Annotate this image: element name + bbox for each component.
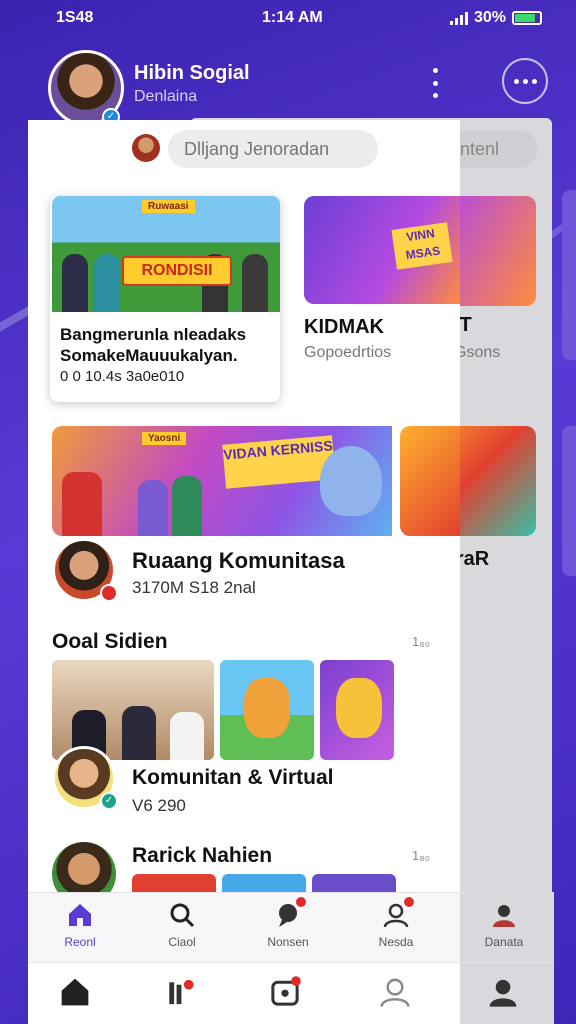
- feed-card-meta: 0 0 10.4s 3a0e010: [60, 368, 185, 385]
- card-badge: VINN MSAS: [391, 222, 453, 270]
- badge-icon: [100, 584, 118, 602]
- card-banner: RONDISII: [122, 256, 232, 286]
- profile-header: ✓ Hibin Sogial Denlaina: [28, 36, 460, 126]
- community-title: Komunitan & Virtual: [132, 766, 334, 789]
- tab-label: Danata: [484, 935, 524, 949]
- feed-card-image[interactable]: [400, 426, 460, 536]
- camera-icon[interactable]: [268, 975, 308, 1011]
- community-meta: 3170M S18 2nal: [132, 578, 256, 597]
- avatar[interactable]: [132, 134, 160, 162]
- profile-name: Hibin Sogial: [134, 62, 250, 84]
- side-card-edge: [562, 426, 576, 576]
- notification-badge: [402, 895, 416, 909]
- tab-bar: Reonl Ciaol Nonsen Nesda Danata: [28, 892, 554, 963]
- notification-badge: [294, 895, 308, 909]
- battery-percent: 30%: [473, 9, 506, 26]
- tab-chat[interactable]: Nonsen: [248, 895, 328, 949]
- user-icon[interactable]: [378, 975, 418, 1011]
- section-title: Ooal Sidien: [52, 630, 168, 653]
- chat-icon: [274, 895, 308, 929]
- feed-card-title: KIDMAK: [304, 316, 384, 338]
- tab-search[interactable]: Ciaol: [142, 901, 222, 949]
- food-icon[interactable]: [162, 975, 202, 1011]
- mascot-image: [244, 678, 290, 738]
- feed-content: Ruwaasi RONDISII Bangmerunla nleadaks So…: [28, 120, 460, 900]
- community-title: Ruaang Komunitasa: [132, 548, 345, 573]
- side-card-edge: [562, 190, 576, 360]
- bottom-nav: [28, 962, 554, 1024]
- tab-label: Nesda: [378, 935, 414, 949]
- gallery-image[interactable]: [320, 660, 394, 760]
- card-tag: Ruwaasi: [142, 200, 195, 213]
- section-more[interactable]: 1₈₀: [412, 848, 430, 863]
- community-banner-image[interactable]: Yaosni VIDAN KERNISS: [52, 426, 392, 536]
- card-tag: Yaosni: [142, 432, 187, 445]
- group-icon: [490, 901, 518, 929]
- status-right: 30%: [449, 9, 542, 27]
- tab-home[interactable]: Reonl: [40, 901, 120, 949]
- community-title: Rarick Nahien: [132, 844, 273, 867]
- gallery-image[interactable]: [220, 660, 314, 760]
- home-icon: [66, 901, 94, 929]
- mascot-image: [336, 678, 382, 738]
- feed-card[interactable]: Ruwaasi RONDISII Bangmerunla nleadaks So…: [50, 196, 280, 402]
- feed-card-subtitle: Gopoedrtios: [304, 344, 392, 361]
- section-more[interactable]: 1₈₀: [412, 634, 430, 649]
- gallery-image[interactable]: [52, 660, 214, 760]
- mascot-image: [320, 446, 382, 516]
- feed-card-image: Ruwaasi RONDISII: [52, 196, 280, 312]
- tab-profile[interactable]: Nesda: [356, 895, 436, 949]
- search-icon: [168, 901, 196, 929]
- tab-label: Ciaol: [168, 935, 196, 949]
- more-options-button[interactable]: [502, 58, 548, 104]
- card-banner: VIDAN KERNISS: [222, 435, 336, 489]
- kebab-menu-icon[interactable]: [428, 68, 442, 98]
- feed-card-caption: Bangmerunla nleadaks SomakeMauuukalyan.: [60, 325, 247, 365]
- community-meta: V6 290: [132, 796, 186, 815]
- feed-card-image[interactable]: VINN MSAS: [304, 196, 460, 304]
- profile-icon: [382, 895, 416, 929]
- verified-icon: ✓: [100, 792, 118, 810]
- battery-icon: [512, 11, 542, 25]
- background-subtitle: Gsons: [454, 344, 501, 361]
- tab-label: Reonl: [64, 935, 96, 949]
- tab-label: Nonsen: [267, 935, 309, 949]
- home-icon[interactable]: [58, 975, 98, 1011]
- tab-group[interactable]: Danata: [464, 901, 544, 949]
- account-icon[interactable]: [486, 975, 526, 1011]
- profile-subtitle: Denlaina: [134, 88, 198, 105]
- search-input[interactable]: [168, 130, 378, 168]
- main-panel: ✓ Hibin Sogial Denlaina Ruwaasi RONDISII…: [28, 0, 460, 900]
